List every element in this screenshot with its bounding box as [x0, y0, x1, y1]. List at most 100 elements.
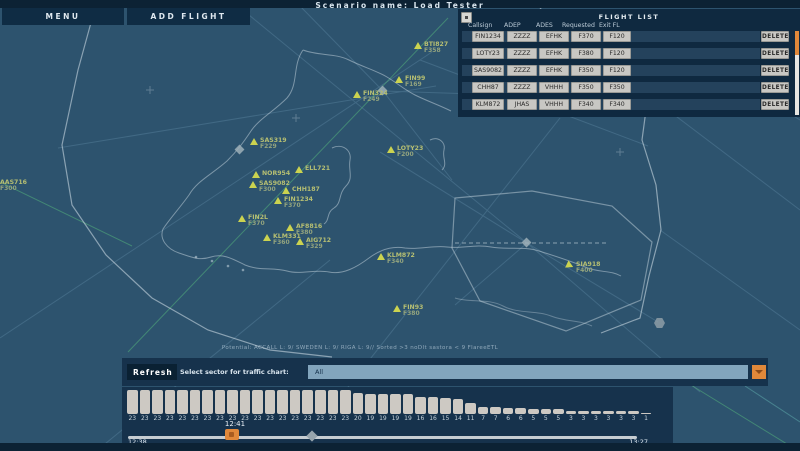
cell-requested[interactable]: F350: [571, 82, 601, 93]
delete-button[interactable]: DELETE: [761, 65, 789, 76]
cell-ades[interactable]: EFHK: [539, 48, 569, 59]
bar-value-label: 23: [126, 415, 139, 422]
bar-rect: [478, 407, 489, 414]
bar-rect: [378, 394, 389, 414]
cell-ades[interactable]: EFHK: [539, 31, 569, 42]
aircraft-icon: [377, 253, 385, 260]
delete-button[interactable]: DELETE: [761, 82, 789, 93]
bar-value-label: 23: [276, 415, 289, 422]
traffic-bar: 16: [427, 390, 440, 422]
traffic-bar: 23: [314, 390, 327, 422]
bar-rect: [415, 397, 426, 414]
aircraft-flight-level: F329: [306, 243, 323, 250]
bar-rect: [340, 390, 351, 414]
traffic-bar: 7: [477, 390, 490, 422]
timeline-handle[interactable]: [225, 429, 239, 440]
aircraft-flight-level: F200: [397, 151, 414, 158]
cell-exit_fl[interactable]: F120: [603, 65, 631, 76]
traffic-bar: 23: [264, 390, 277, 422]
timeline-track[interactable]: [128, 436, 637, 439]
cell-exit_fl[interactable]: F340: [603, 99, 631, 110]
bar-rect: [240, 390, 251, 414]
aircraft-icon: [414, 42, 422, 49]
scrollbar-thumb[interactable]: [795, 31, 799, 55]
cell-adep[interactable]: ZZZZ: [507, 82, 537, 93]
traffic-bar: 23: [189, 390, 202, 422]
cell-requested[interactable]: F380: [571, 48, 601, 59]
cell-exit_fl[interactable]: F120: [603, 31, 631, 42]
aircraft-flight-level: F380: [403, 310, 420, 317]
flight-list-title: FLIGHT LIST: [458, 13, 800, 21]
aircraft-flight-level: F370: [248, 220, 265, 227]
traffic-bar: 7: [489, 390, 502, 422]
aircraft-icon: [282, 187, 290, 194]
table-row: LOTY23ZZZZEFHKF380F120DELETE: [462, 48, 760, 59]
cell-ades[interactable]: EFHK: [539, 65, 569, 76]
cell-callsign[interactable]: LOTY23: [472, 48, 504, 59]
traffic-bar: 5: [552, 390, 565, 422]
bar-rect: [127, 390, 138, 414]
cell-callsign[interactable]: FIN1234: [472, 31, 504, 42]
cell-requested[interactable]: F340: [571, 99, 601, 110]
app-window: BTI827F358FIN99F169FIN324F249SAS319F229L…: [0, 0, 800, 451]
cell-callsign[interactable]: SAS9082: [472, 65, 504, 76]
delete-button[interactable]: DELETE: [761, 31, 789, 42]
sector-dropdown[interactable]: All: [308, 365, 748, 379]
aircraft-flight-level: F400: [576, 267, 593, 274]
cell-callsign[interactable]: CHH87: [472, 82, 504, 93]
traffic-bar: 23: [164, 390, 177, 422]
cell-requested[interactable]: F350: [571, 65, 601, 76]
aircraft-icon: [250, 138, 258, 145]
delete-button[interactable]: DELETE: [761, 99, 789, 110]
cell-adep[interactable]: JHAS: [507, 99, 537, 110]
bar-value-label: 19: [364, 415, 377, 422]
scrollbar[interactable]: [795, 31, 799, 115]
refresh-button[interactable]: Refresh: [127, 364, 177, 380]
bar-value-label: 23: [289, 415, 302, 422]
flight-list-panel: FLIGHT LIST Callsign ADEP ADES Requested…: [458, 9, 800, 117]
cell-callsign[interactable]: KLM872: [472, 99, 504, 110]
bar-value-label: 23: [301, 415, 314, 422]
chevron-down-icon: [755, 370, 763, 374]
traffic-bar: 23: [139, 390, 152, 422]
bar-value-label: 23: [251, 415, 264, 422]
traffic-bar: 16: [414, 390, 427, 422]
column-header-exitfl: Exit FL: [599, 22, 620, 29]
bar-rect: [353, 393, 364, 414]
bar-value-label: 3: [590, 415, 603, 422]
menu-button[interactable]: MENU: [2, 8, 124, 25]
cell-exit_fl[interactable]: F350: [603, 82, 631, 93]
cell-requested[interactable]: F370: [571, 31, 601, 42]
delete-button[interactable]: DELETE: [761, 48, 789, 59]
traffic-bar: 6: [514, 390, 527, 422]
cell-adep[interactable]: ZZZZ: [507, 65, 537, 76]
aircraft-flight-level: F249: [363, 96, 380, 103]
traffic-bar: 23: [239, 390, 252, 422]
bar-rect: [503, 408, 514, 414]
table-row: SAS9082ZZZZEFHKF350F120DELETE: [462, 65, 760, 76]
cell-exit_fl[interactable]: F120: [603, 48, 631, 59]
bar-value-label: 23: [164, 415, 177, 422]
bar-value-label: 16: [427, 415, 440, 422]
cell-ades[interactable]: VHHH: [539, 99, 569, 110]
traffic-bar: 3: [565, 390, 578, 422]
cell-adep[interactable]: ZZZZ: [507, 31, 537, 42]
table-row: FIN1234ZZZZEFHKF370F120DELETE: [462, 31, 760, 42]
dropdown-caret-button[interactable]: [752, 365, 766, 379]
bar-value-label: 3: [615, 415, 628, 422]
bar-value-label: 7: [489, 415, 502, 422]
bar-rect: [165, 390, 176, 414]
aircraft-icon: [238, 215, 246, 222]
bar-value-label: 23: [314, 415, 327, 422]
aircraft-icon: [249, 181, 257, 188]
bar-value-label: 23: [176, 415, 189, 422]
bar-value-label: 23: [139, 415, 152, 422]
bar-rect: [440, 398, 451, 414]
traffic-bar: 3: [602, 390, 615, 422]
cell-adep[interactable]: ZZZZ: [507, 48, 537, 59]
aircraft-icon: [395, 76, 403, 83]
cell-ades[interactable]: VHHH: [539, 82, 569, 93]
aircraft-icon: [286, 224, 294, 231]
add-flight-button[interactable]: ADD FLIGHT: [127, 8, 250, 25]
bar-rect: [515, 408, 526, 414]
